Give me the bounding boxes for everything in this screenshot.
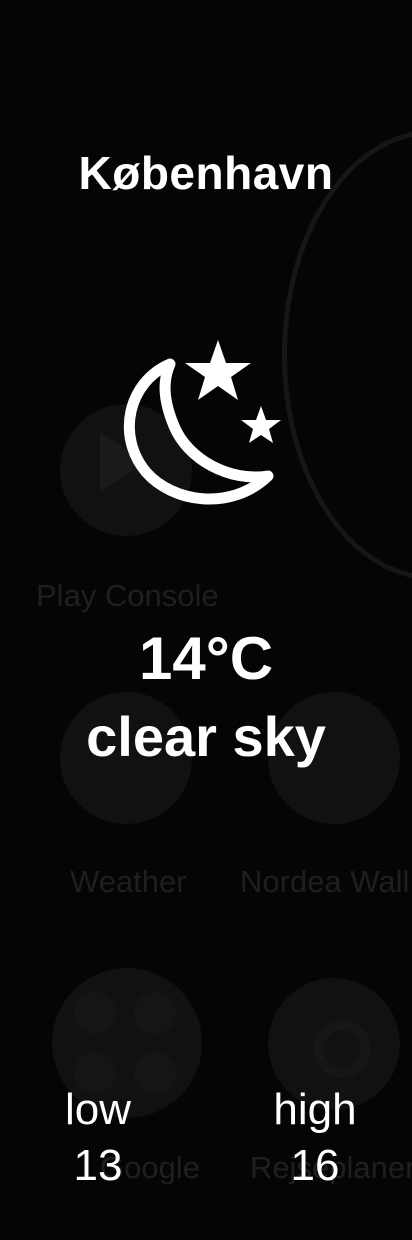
moon-stars-icon xyxy=(123,340,281,505)
nordea-app-label: Nordea Wall xyxy=(240,864,410,899)
weather-app-label: Weather xyxy=(70,864,187,899)
high-temperature: high 16 xyxy=(245,1082,385,1194)
high-value: 16 xyxy=(290,1141,340,1190)
rejseplanen-logo-icon xyxy=(313,1020,371,1078)
low-temperature: low 13 xyxy=(28,1082,168,1194)
city-name: København xyxy=(78,147,334,199)
low-value: 13 xyxy=(73,1141,123,1190)
google-g-icon xyxy=(74,992,116,1034)
temperature-value: 14°C xyxy=(138,625,274,692)
maps-icon xyxy=(134,992,176,1034)
weather-widget-screen: Play Console Weather Nordea Wall Google … xyxy=(0,0,412,1240)
high-label: high xyxy=(273,1085,357,1134)
play-console-app-label: Play Console xyxy=(36,578,219,613)
weather-description: clear sky xyxy=(86,705,326,768)
low-label: low xyxy=(64,1085,132,1134)
